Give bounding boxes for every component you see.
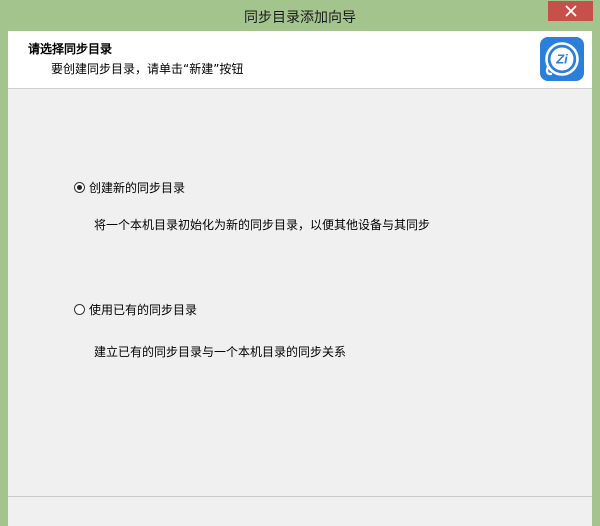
app-logo-icon: Zi (540, 37, 584, 81)
wizard-client-area: 请选择同步目录 要创建同步目录，请单击“新建”按钮 Zi 创建新的同步目录 将一… (8, 31, 592, 526)
wizard-window: 同步目录添加向导 请选择同步目录 要创建同步目录，请单击“新建”按钮 Zi 创建… (0, 0, 600, 526)
use-existing-description: 建立已有的同步目录与一个本机目录的同步关系 (94, 345, 347, 359)
header-subtitle: 要创建同步目录，请单击“新建”按钮 (51, 62, 244, 76)
close-button[interactable] (548, 1, 593, 21)
window-title: 同步目录添加向导 (244, 10, 356, 26)
create-new-option[interactable]: 创建新的同步目录 (74, 179, 185, 196)
footer-divider (8, 496, 592, 497)
use-existing-option[interactable]: 使用已有的同步目录 (74, 301, 197, 318)
use-existing-label[interactable]: 使用已有的同步目录 (89, 301, 197, 318)
use-existing-radio[interactable] (74, 304, 85, 315)
wizard-header: 请选择同步目录 要创建同步目录，请单击“新建”按钮 Zi (8, 31, 592, 89)
create-new-description: 将一个本机目录初始化为新的同步目录，以便其他设备与其同步 (94, 218, 431, 232)
create-new-radio[interactable] (74, 182, 85, 193)
title-bar[interactable]: 同步目录添加向导 (0, 0, 600, 31)
create-new-label[interactable]: 创建新的同步目录 (89, 179, 185, 196)
close-icon (565, 5, 576, 17)
logo-text: Zi (555, 52, 568, 67)
header-title: 请选择同步目录 (28, 42, 113, 56)
